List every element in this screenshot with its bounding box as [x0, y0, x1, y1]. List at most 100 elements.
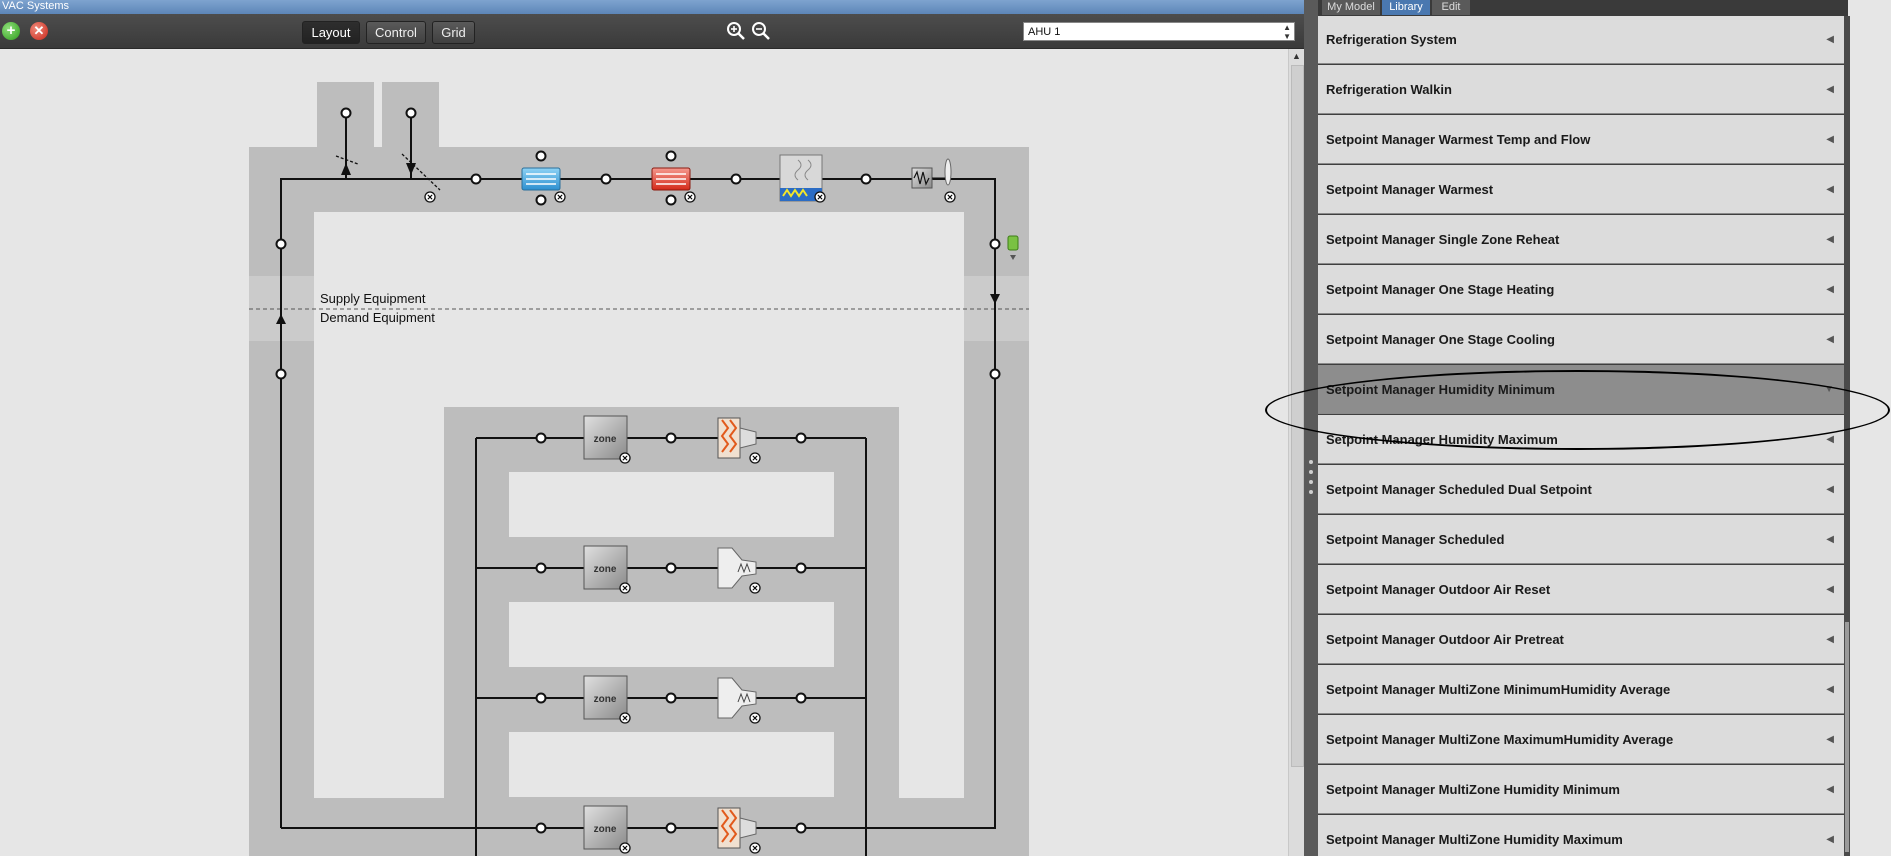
- grip-dot: [1309, 490, 1313, 494]
- library-item[interactable]: Refrigeration Walkin ◀: [1318, 65, 1844, 114]
- collapse-arrow-icon[interactable]: ◀: [1826, 315, 1834, 364]
- collapse-arrow-icon[interactable]: ◀: [1826, 715, 1834, 764]
- hvac-diagram-canvas[interactable]: ✕ ✕ ✕ ✕ ✕ Supply Equipment Demand Equipm…: [0, 49, 1288, 856]
- svg-text:✕: ✕: [622, 454, 629, 463]
- svg-text:✕: ✕: [427, 193, 434, 202]
- svg-text:✕: ✕: [817, 193, 824, 202]
- remove-button[interactable]: ✕: [30, 22, 48, 40]
- library-item[interactable]: Setpoint Manager Outdoor Air Pretreat ◀: [1318, 615, 1844, 664]
- library-item[interactable]: Setpoint Manager Scheduled Dual Setpoint…: [1318, 465, 1844, 514]
- select-arrows-icon: ▲ ▼: [1283, 23, 1291, 41]
- system-select[interactable]: AHU 1 ▲ ▼: [1023, 22, 1295, 41]
- tab-my-model[interactable]: My Model: [1322, 0, 1380, 15]
- library-scrollbar[interactable]: [1844, 16, 1850, 856]
- library-item[interactable]: Setpoint Manager Scheduled ◀: [1318, 515, 1844, 564]
- svg-text:✕: ✕: [622, 714, 629, 723]
- supply-equipment-label: Supply Equipment: [320, 291, 426, 306]
- svg-text:✕: ✕: [947, 193, 954, 202]
- library-panel: My Model Library Edit Refrigeration Syst…: [1318, 0, 1891, 856]
- collapse-arrow-icon[interactable]: ◀: [1826, 265, 1834, 314]
- collapse-arrow-icon[interactable]: ◀: [1826, 515, 1834, 564]
- library-item-label: Setpoint Manager MultiZone Humidity Mini…: [1326, 782, 1620, 797]
- zone-label: zone: [594, 564, 617, 575]
- grip-dot: [1309, 480, 1313, 484]
- collapse-arrow-icon[interactable]: ◀: [1826, 665, 1834, 714]
- scrollbar-thumb[interactable]: [1291, 65, 1304, 767]
- collapse-arrow-icon[interactable]: ◀: [1826, 16, 1834, 64]
- library-item-label: Setpoint Manager One Stage Cooling: [1326, 332, 1555, 347]
- library-item-label: Setpoint Manager Humidity Minimum: [1326, 382, 1555, 397]
- library-item[interactable]: Refrigeration System ◀: [1318, 16, 1844, 64]
- zone-label: zone: [594, 824, 617, 835]
- collapse-arrow-icon[interactable]: ◀: [1826, 415, 1834, 464]
- collapse-arrow-icon[interactable]: ◀: [1826, 615, 1834, 664]
- collapse-arrow-icon[interactable]: ◀: [1826, 165, 1834, 214]
- library-item[interactable]: Setpoint Manager MultiZone Humidity Maxi…: [1318, 815, 1844, 856]
- library-item[interactable]: Setpoint Manager Humidity Maximum ◀: [1318, 415, 1844, 464]
- library-item-label: Setpoint Manager Outdoor Air Pretreat: [1326, 632, 1564, 647]
- library-item-label: Setpoint Manager Scheduled: [1326, 532, 1505, 547]
- library-item[interactable]: Setpoint Manager One Stage Cooling ◀: [1318, 315, 1844, 364]
- humidifier-icon[interactable]: ✕: [779, 154, 826, 203]
- window-title: VAC Systems: [0, 0, 1316, 14]
- library-item-label: Setpoint Manager One Stage Heating: [1326, 282, 1555, 297]
- library-item-label: Setpoint Manager Single Zone Reheat: [1326, 232, 1560, 247]
- collapse-arrow-icon[interactable]: ◀: [1826, 765, 1834, 814]
- library-item-label: Setpoint Manager Outdoor Air Reset: [1326, 582, 1551, 597]
- demand-equipment-label: Demand Equipment: [320, 310, 435, 325]
- library-item-label: Refrigeration Walkin: [1326, 82, 1452, 97]
- library-item-label: Setpoint Manager MultiZone Humidity Maxi…: [1326, 832, 1623, 847]
- library-item[interactable]: Setpoint Manager MultiZone MinimumHumidi…: [1318, 665, 1844, 714]
- library-item[interactable]: Setpoint Manager MultiZone Humidity Mini…: [1318, 765, 1844, 814]
- library-item-label: Setpoint Manager Warmest Temp and Flow: [1326, 132, 1591, 147]
- library-item-label: Setpoint Manager Humidity Maximum: [1326, 432, 1558, 447]
- collapse-arrow-icon[interactable]: ◀: [1826, 215, 1834, 264]
- library-item-label: Refrigeration System: [1326, 32, 1457, 47]
- library-item[interactable]: Setpoint Manager Warmest Temp and Flow ◀: [1318, 115, 1844, 164]
- zone-label: zone: [594, 434, 617, 445]
- svg-text:✕: ✕: [622, 584, 629, 593]
- remove-icon: ✕: [33, 23, 45, 38]
- panel-splitter[interactable]: [1304, 0, 1318, 856]
- grip-dot: [1309, 470, 1313, 474]
- zoom-out-icon[interactable]: [751, 21, 771, 41]
- svg-text:✕: ✕: [557, 193, 564, 202]
- tab-edit[interactable]: Edit: [1432, 0, 1470, 15]
- library-item[interactable]: Setpoint Manager MultiZone MaximumHumidi…: [1318, 715, 1844, 764]
- zone-band: [444, 407, 899, 856]
- collapse-arrow-icon[interactable]: ◀: [1826, 465, 1834, 514]
- library-item-label: Setpoint Manager Warmest: [1326, 182, 1494, 197]
- scrollbar-thumb[interactable]: [1845, 622, 1849, 852]
- grip-dot: [1309, 460, 1313, 464]
- library-item[interactable]: Setpoint Manager Humidity Minimum ▼: [1318, 365, 1844, 414]
- layout-tab[interactable]: Layout: [302, 21, 360, 44]
- grid-tab[interactable]: Grid: [432, 21, 475, 44]
- zoom-in-icon[interactable]: [726, 21, 746, 41]
- collapse-arrow-icon[interactable]: ◀: [1826, 565, 1834, 614]
- plus-icon: +: [6, 22, 16, 39]
- zone-label: zone: [594, 694, 617, 705]
- svg-text:✕: ✕: [752, 584, 759, 593]
- toolbar: + ✕ Layout Control Grid AHU 1 ▲ ▼: [0, 14, 1304, 49]
- hvac-loop-diagram: ✕ ✕ ✕ ✕ ✕ Supply Equipment Demand Equipm…: [249, 82, 1029, 856]
- control-tab[interactable]: Control: [366, 21, 426, 44]
- collapse-arrow-icon[interactable]: ◀: [1826, 815, 1834, 856]
- library-item-label: Setpoint Manager Scheduled Dual Setpoint: [1326, 482, 1592, 497]
- svg-text:✕: ✕: [752, 844, 759, 853]
- svg-text:✕: ✕: [622, 844, 629, 853]
- library-item[interactable]: Setpoint Manager One Stage Heating ◀: [1318, 265, 1844, 314]
- library-item-label: Setpoint Manager MultiZone MinimumHumidi…: [1326, 682, 1671, 697]
- library-item[interactable]: Setpoint Manager Warmest ◀: [1318, 165, 1844, 214]
- scroll-up-icon[interactable]: ▲: [1292, 51, 1301, 61]
- library-tab-bar: My Model Library Edit: [1318, 0, 1848, 16]
- expand-arrow-icon[interactable]: ▼: [1824, 365, 1834, 414]
- canvas-vertical-scrollbar[interactable]: ▲: [1288, 49, 1305, 856]
- tab-library[interactable]: Library: [1382, 0, 1430, 15]
- svg-text:✕: ✕: [752, 454, 759, 463]
- library-item[interactable]: Setpoint Manager Outdoor Air Reset ◀: [1318, 565, 1844, 614]
- add-button[interactable]: +: [2, 22, 20, 40]
- system-select-value: AHU 1: [1028, 26, 1061, 38]
- library-item[interactable]: Setpoint Manager Single Zone Reheat ◀: [1318, 215, 1844, 264]
- collapse-arrow-icon[interactable]: ◀: [1826, 115, 1834, 164]
- collapse-arrow-icon[interactable]: ◀: [1826, 65, 1834, 114]
